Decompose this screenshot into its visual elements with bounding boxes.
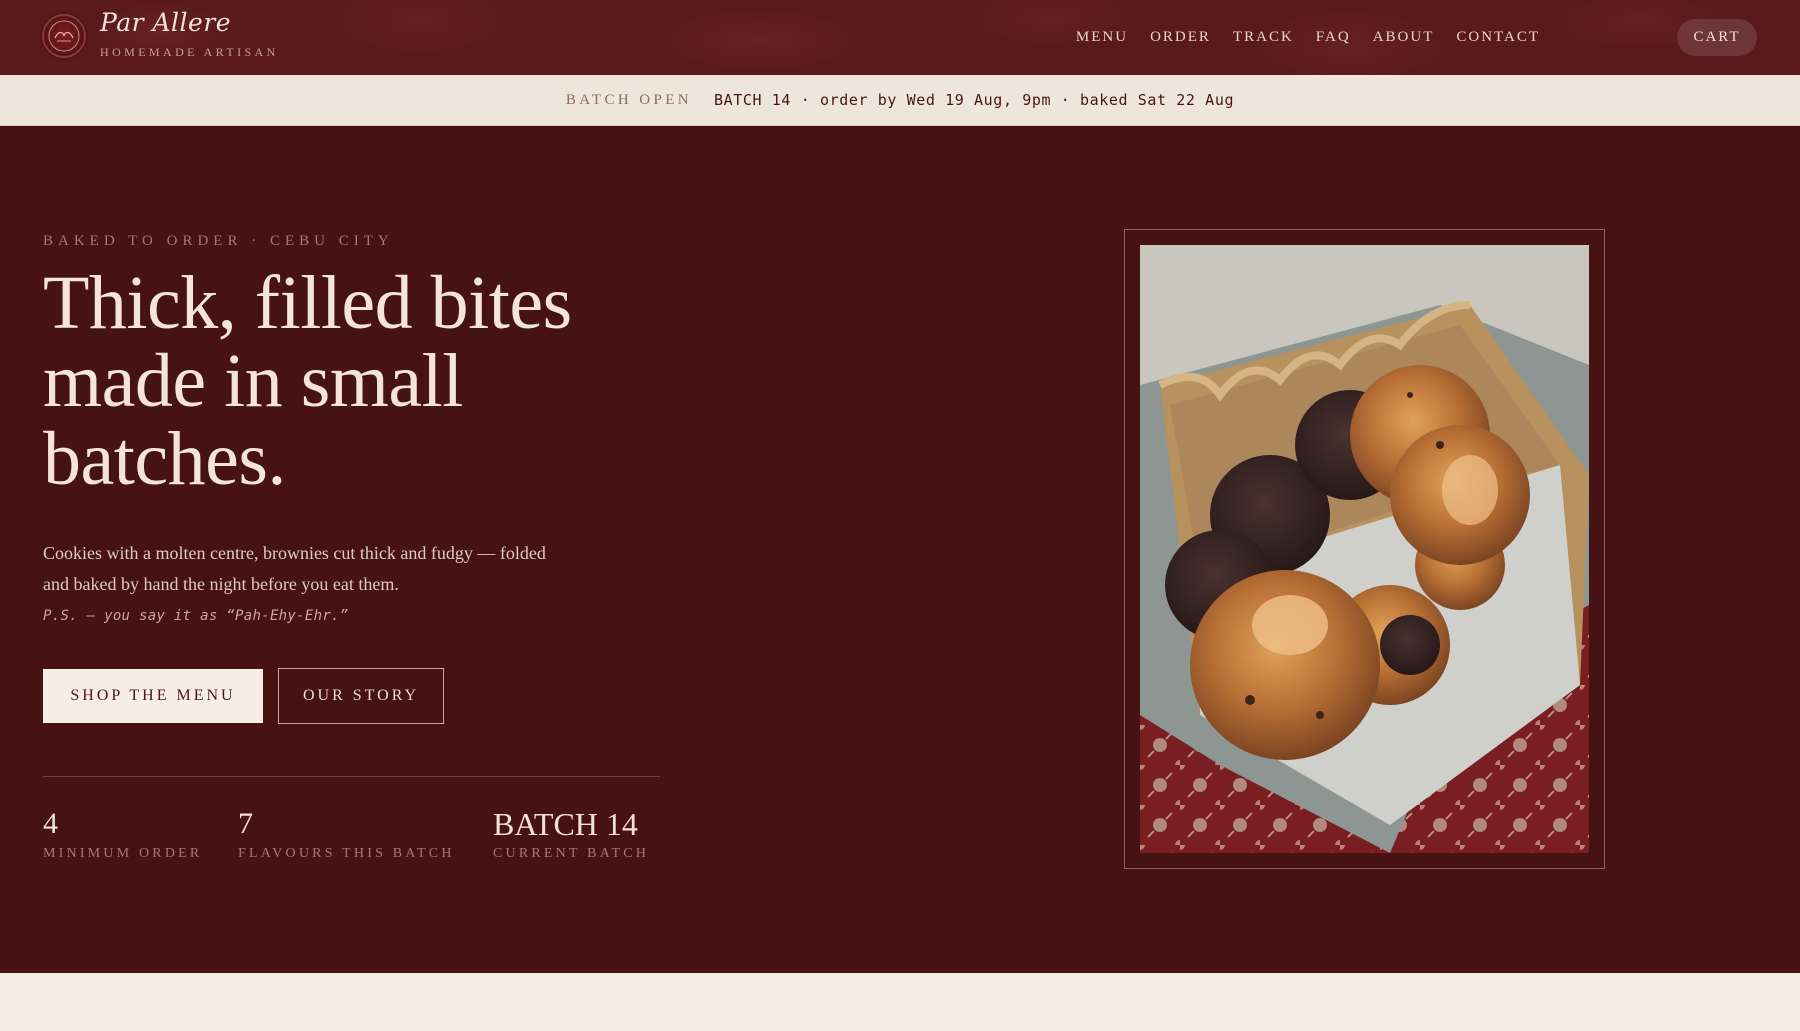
- stat-value: 7: [238, 807, 253, 840]
- hero-eyebrow: BAKED TO ORDER · CEBU CITY: [43, 233, 394, 249]
- nav-track[interactable]: TRACK: [1233, 29, 1294, 46]
- main-nav: MENU ORDER TRACK FAQ ABOUT CONTACT: [1054, 0, 1540, 75]
- batch-detail: BATCH 14 · order by Wed 19 Aug, 9pm · ba…: [714, 91, 1235, 109]
- shop-menu-button[interactable]: SHOP THE MENU: [43, 669, 263, 723]
- stat-label: CURRENT BATCH: [493, 846, 650, 861]
- stat-label: FLAVOURS THIS BATCH: [238, 846, 455, 861]
- logo-mark-icon: [48, 20, 80, 52]
- stat-minimum-order: 4 MINIMUM ORDER: [43, 806, 202, 862]
- brand-name[interactable]: Par Allere: [100, 8, 231, 37]
- nav-faq[interactable]: FAQ: [1316, 29, 1351, 46]
- hero-intro: Cookies with a molten centre, brownies c…: [43, 543, 546, 594]
- next-section-band: [0, 973, 1800, 1031]
- logo-badge-icon[interactable]: [42, 14, 86, 58]
- stats-divider: [43, 776, 660, 777]
- batch-announcement-bar: BATCH OPEN BATCH 14 · order by Wed 19 Au…: [0, 75, 1800, 126]
- hero-photo-frame: [1124, 229, 1605, 869]
- our-story-button[interactable]: OUR STORY: [278, 668, 444, 724]
- nav-about[interactable]: ABOUT: [1373, 29, 1435, 46]
- stat-label: MINIMUM ORDER: [43, 846, 203, 861]
- batch-status: BATCH OPEN: [565, 91, 693, 108]
- cookie-box-illustration: [1140, 245, 1589, 853]
- brand-tagline: HOMEMADE ARTISAN: [100, 45, 279, 59]
- stat-flavours: 7 FLAVOURS THIS BATCH: [238, 806, 455, 862]
- stat-current-batch: BATCH 14 CURRENT BATCH: [493, 806, 649, 862]
- nav-contact[interactable]: CONTACT: [1456, 29, 1540, 46]
- cookie-box-photo: [1140, 245, 1589, 853]
- pronunciation-note: P.S. — you say it as “Pah-Ehy-Ehr.”: [43, 608, 349, 624]
- hero-section: BAKED TO ORDER · CEBU CITY Thick, filled…: [0, 126, 1800, 973]
- site-header: Par Allere HOMEMADE ARTISAN MENU ORDER T…: [0, 0, 1800, 75]
- stat-value: 4: [43, 807, 58, 840]
- cart-button[interactable]: CART: [1677, 19, 1757, 56]
- nav-order[interactable]: ORDER: [1150, 29, 1211, 46]
- hero-headline: Thick, filled bites made in small batche…: [43, 261, 572, 501]
- stat-value: BATCH 14: [493, 806, 638, 842]
- nav-menu[interactable]: MENU: [1076, 29, 1128, 46]
